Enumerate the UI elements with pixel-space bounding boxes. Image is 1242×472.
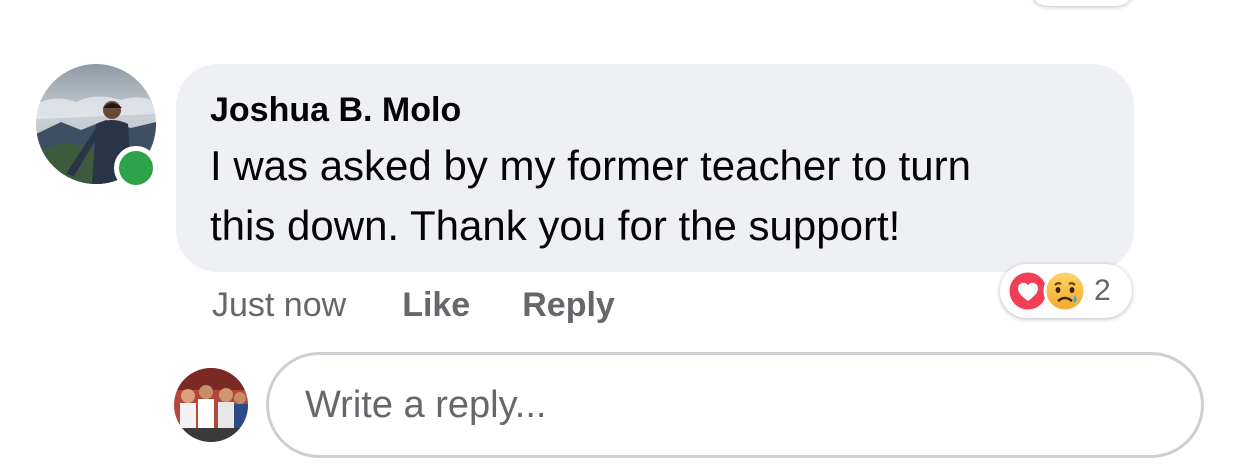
- sad-reaction-icon: [1043, 269, 1087, 313]
- reactions-count: 2: [1094, 274, 1111, 307]
- like-button[interactable]: Like: [402, 286, 470, 325]
- comment-text-line-2: this down. Thank you for the support!: [210, 202, 901, 249]
- reply-button[interactable]: Reply: [522, 286, 615, 325]
- current-user-avatar: [174, 368, 248, 442]
- reply-input[interactable]: [303, 382, 1167, 428]
- previous-comment-actions: [212, 0, 269, 13]
- reactions-summary[interactable]: 2: [1000, 264, 1132, 318]
- reply-box[interactable]: [266, 352, 1204, 458]
- comment-author-name[interactable]: Joshua B. Molo: [210, 90, 1100, 130]
- comment-actions: Just now Like Reply: [212, 280, 667, 330]
- comment-bubble: Joshua B. Molo I was asked by my former …: [176, 64, 1134, 272]
- comment-text-line-1: I was asked by my former teacher to turn: [210, 142, 971, 189]
- comment-timestamp[interactable]: Just now: [212, 286, 346, 325]
- online-status-indicator: [114, 146, 158, 190]
- current-user-avatar-image: [174, 368, 248, 442]
- previous-reactions-pill: [1030, 0, 1134, 6]
